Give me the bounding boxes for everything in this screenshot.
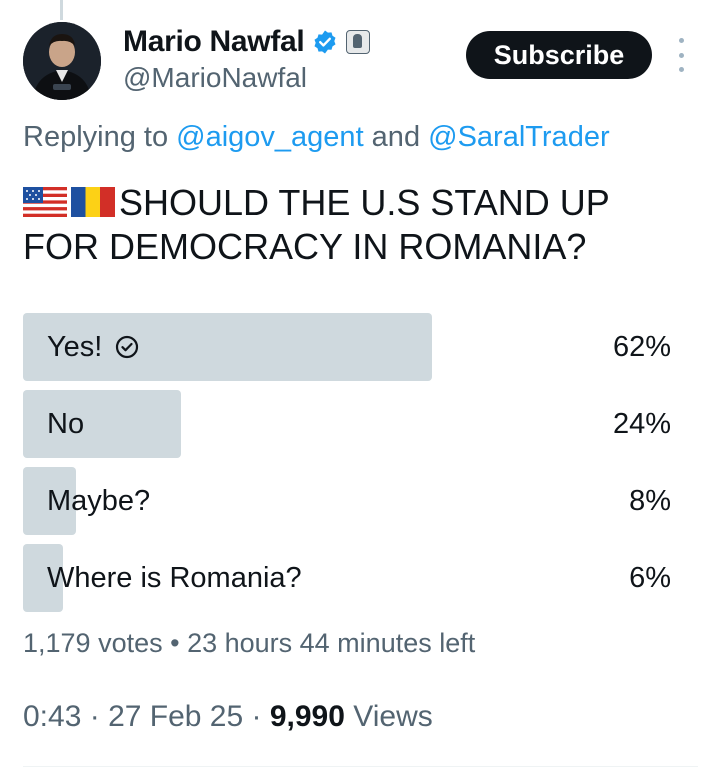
poll: Yes! 62% No 24% Maybe? 8% Where is Roman… (23, 313, 683, 621)
poll-time-left: 23 hours 44 minutes left (187, 628, 476, 658)
tweet-text: SHOULD THE U.S STAND UP FOR DEMOCRACY IN… (23, 181, 703, 269)
timestamp-separator: · (243, 700, 270, 733)
poll-option[interactable]: Yes! 62% (23, 313, 683, 381)
poll-votes: 1,179 votes (23, 628, 163, 658)
poll-option-label-row: Where is Romania? (47, 544, 302, 612)
poll-option-percent: 24% (612, 407, 671, 440)
thread-connector-line (60, 0, 63, 20)
poll-meta-separator: • (162, 628, 188, 658)
views-count[interactable]: 9,990 (270, 700, 345, 733)
mention-aigov-agent[interactable]: @aigov_agent (176, 121, 363, 153)
poll-option[interactable]: No 24% (23, 390, 683, 458)
mention-saral-trader[interactable]: @SaralTrader (428, 121, 609, 153)
post-date[interactable]: 27 Feb 25 (108, 700, 243, 733)
replying-to: Replying to @aigov_agent and @SaralTrade… (23, 121, 610, 154)
poll-option-label: Maybe? (47, 484, 151, 517)
poll-option-label-row: Yes! (47, 313, 140, 381)
verified-badge-icon[interactable] (312, 29, 338, 55)
more-options-icon[interactable] (675, 38, 687, 72)
replying-prefix: Replying to (23, 121, 177, 153)
poll-option[interactable]: Maybe? 8% (23, 467, 683, 535)
poll-option-label: Yes! (47, 330, 103, 363)
poll-option-label-row: No (47, 390, 84, 458)
poll-meta: 1,179 votes • 23 hours 44 minutes left (23, 628, 475, 659)
tweet-timestamp: 0:43 · 27 Feb 25 · 9,990 Views (23, 700, 433, 734)
views-label: Views (344, 700, 433, 733)
author-name-row: Mario Nawfal (123, 22, 371, 62)
poll-option-percent: 8% (629, 484, 671, 517)
poll-option-percent: 62% (612, 330, 671, 363)
poll-option-percent: 6% (629, 561, 671, 594)
replying-conjunction: and (363, 121, 429, 153)
subscribe-button[interactable]: Subscribe (466, 31, 652, 79)
divider (23, 766, 698, 767)
selected-check-icon (114, 334, 140, 360)
author-name[interactable]: Mario Nawfal (123, 25, 305, 59)
poll-option-label: Where is Romania? (47, 561, 302, 594)
post-time[interactable]: 0:43 (23, 700, 81, 733)
poll-option-label-row: Maybe? (47, 467, 150, 535)
timestamp-separator: · (81, 700, 109, 733)
affiliate-badge-icon[interactable] (346, 30, 371, 54)
poll-option[interactable]: Where is Romania? 6% (23, 544, 683, 612)
poll-option-label: No (47, 407, 85, 440)
romania-flag-icon (71, 187, 115, 217)
author-handle[interactable]: @MarioNawfal (123, 62, 307, 94)
question-line-2: FOR DEMOCRACY IN ROMANIA? (23, 226, 587, 267)
question-line-1: SHOULD THE U.S STAND UP (119, 182, 610, 223)
avatar-image (23, 22, 101, 100)
us-flag-icon (23, 187, 67, 217)
avatar[interactable] (23, 22, 101, 100)
